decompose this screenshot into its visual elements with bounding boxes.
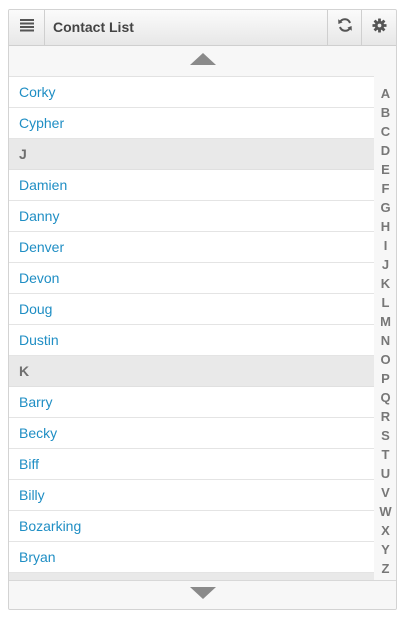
contact-item[interactable]: Bryan [9,542,374,573]
contact-item[interactable]: Denver [9,232,374,263]
alphabet-letter[interactable]: W [375,502,396,521]
contact-item[interactable]: Dustin [9,325,374,356]
alphabet-letter[interactable]: D [375,141,396,160]
triangle-up-icon [189,52,217,71]
contact-item[interactable]: Corky [9,77,374,108]
menu-icon [19,18,35,37]
section-divider [9,573,374,580]
contact-item[interactable]: Barry [9,387,374,418]
alphabet-letter[interactable]: S [375,426,396,445]
alphabet-letter[interactable]: V [375,483,396,502]
contact-item[interactable]: Devon [9,263,374,294]
alphabet-index[interactable]: ABCDEFGHIJKLMNOPQRSTUVWXYZ [375,84,396,578]
alphabet-letter[interactable]: Q [375,388,396,407]
alphabet-letter[interactable]: H [375,217,396,236]
menu-button[interactable] [9,10,45,45]
section-divider: J [9,139,374,170]
settings-button[interactable] [361,10,396,45]
gear-icon [372,17,387,38]
alphabet-letter[interactable]: F [375,179,396,198]
header-bar: Contact List [9,10,396,46]
alphabet-letter[interactable]: C [375,122,396,141]
contact-item[interactable]: Billy [9,480,374,511]
triangle-down-icon [189,586,217,605]
contact-item[interactable]: Doug [9,294,374,325]
contact-list-panel: Contact List Corky Cypher J Damien Danny… [8,9,397,610]
alphabet-letter[interactable]: Z [375,559,396,578]
alphabet-letter[interactable]: G [375,198,396,217]
contact-item[interactable]: Bozarking [9,511,374,542]
contact-item[interactable]: Becky [9,418,374,449]
alphabet-letter[interactable]: L [375,293,396,312]
scroll-up-button[interactable] [9,46,396,76]
alphabet-letter[interactable]: T [375,445,396,464]
refresh-icon [337,17,353,38]
contact-list[interactable]: Corky Cypher J Damien Danny Denver Devon Doug Du… [9,76,374,580]
alphabet-letter[interactable]: B [375,103,396,122]
alphabet-letter[interactable]: A [375,84,396,103]
contact-item[interactable]: Danny [9,201,374,232]
contact-item[interactable]: Cypher [9,108,374,139]
alphabet-letter[interactable]: N [375,331,396,350]
alphabet-letter[interactable]: X [375,521,396,540]
page-title: Contact List [53,19,134,35]
contact-item[interactable]: Damien [9,170,374,201]
alphabet-letter[interactable]: U [375,464,396,483]
refresh-button[interactable] [327,10,362,45]
section-divider: K [9,356,374,387]
alphabet-letter[interactable]: M [375,312,396,331]
scroll-down-button[interactable] [9,580,396,609]
alphabet-letter[interactable]: J [375,255,396,274]
alphabet-letter[interactable]: Y [375,540,396,559]
contact-item[interactable]: Biff [9,449,374,480]
alphabet-letter[interactable]: P [375,369,396,388]
alphabet-letter[interactable]: K [375,274,396,293]
alphabet-letter[interactable]: E [375,160,396,179]
alphabet-letter[interactable]: I [375,236,396,255]
alphabet-letter[interactable]: O [375,350,396,369]
alphabet-letter[interactable]: R [375,407,396,426]
